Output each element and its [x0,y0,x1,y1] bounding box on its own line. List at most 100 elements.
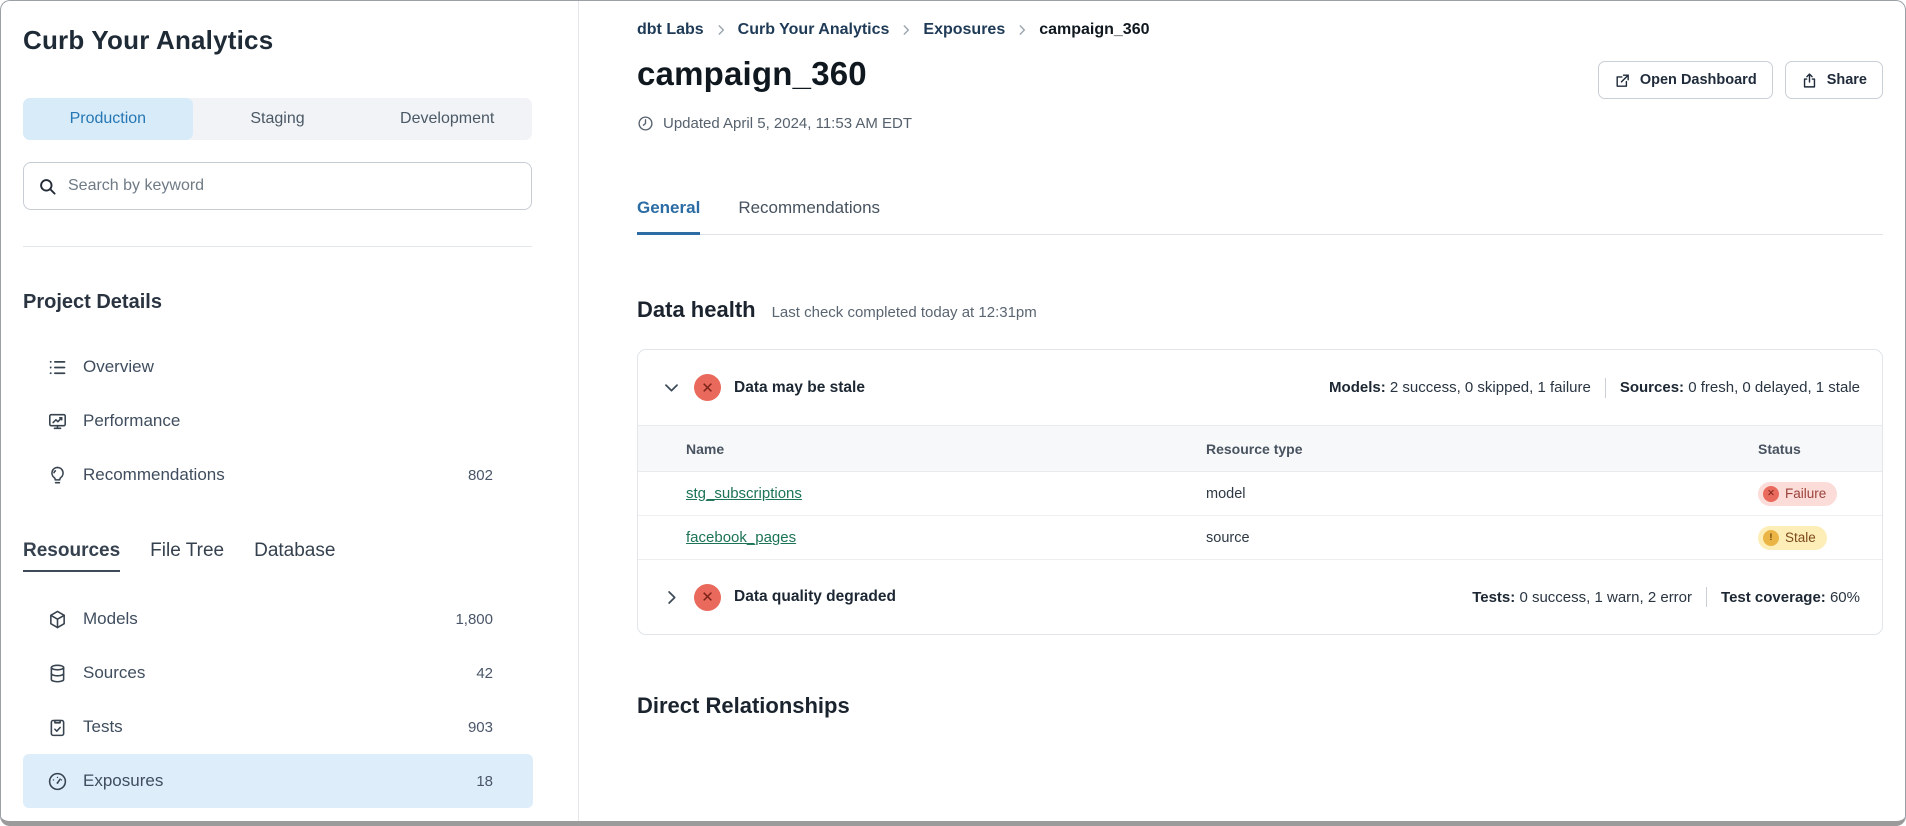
main-content: dbt Labs Curb Your Analytics Exposures c… [579,1,1905,821]
gauge-icon [47,771,68,792]
env-tab-development[interactable]: Development [362,98,532,140]
sidebar-item-recommendations[interactable]: Recommendations 802 [23,448,533,502]
error-x-circle-icon: ✕ [694,584,721,611]
stale-group-row[interactable]: ✕ Data may be stale Models: 2 success, 0… [638,350,1882,425]
status-badge: ✕ Failure [1758,482,1837,506]
stat-divider [1706,587,1707,607]
resource-link-stg-subscriptions[interactable]: stg_subscriptions [686,485,802,502]
data-health-header: Data health Last check completed today a… [637,297,1883,323]
tab-general[interactable]: General [637,198,700,235]
sidebar-item-models[interactable]: Models 1,800 [23,592,533,646]
chevron-right-icon [714,23,728,37]
list-icon [47,357,68,378]
database-icon [47,663,68,684]
search-input[interactable] [68,177,517,195]
tab-recommendations[interactable]: Recommendations [738,198,880,235]
external-link-icon [1614,72,1631,89]
exposures-count: 18 [476,773,493,790]
resources-nav: Models 1,800 Sources 42 [23,592,532,808]
sources-count: 42 [476,665,493,682]
stale-group-title: Data may be stale [734,379,1316,397]
action-buttons: Open Dashboard Share [1598,61,1883,99]
sidebar-item-sources[interactable]: Sources 42 [23,646,533,700]
resource-type: model [1206,486,1758,502]
share-label: Share [1827,72,1867,88]
share-button[interactable]: Share [1785,61,1883,99]
stale-group-stats: Models: 2 success, 0 skipped, 1 failure … [1329,378,1860,398]
sidebar-item-label: Models [83,609,440,629]
open-dashboard-label: Open Dashboard [1640,72,1757,88]
sidebar-item-overview[interactable]: Overview [23,340,533,394]
breadcrumb-current: campaign_360 [1039,21,1149,39]
sidebar-item-exposures[interactable]: Exposures 18 [23,754,533,808]
data-health-card: ✕ Data may be stale Models: 2 success, 0… [637,349,1883,635]
quality-group-stats: Tests: 0 success, 1 warn, 2 error Test c… [1472,587,1860,607]
sidebar-item-label: Overview [83,357,493,377]
warning-circle-icon: ! [1763,530,1779,546]
recommendations-count: 802 [468,467,493,484]
resource-view-tabs: Resources File Tree Database [23,540,532,572]
test-coverage-stat: Test coverage: 60% [1721,589,1860,606]
sidebar-divider [23,246,532,247]
chevron-down-icon[interactable] [662,378,681,397]
env-tab-staging[interactable]: Staging [193,98,363,140]
tests-count: 903 [468,719,493,736]
performance-icon [47,411,68,432]
error-x-circle-icon: ✕ [694,374,721,401]
column-status: Status [1758,441,1882,457]
chevron-right-icon [899,23,913,37]
tab-database[interactable]: Database [254,540,335,572]
search-icon [38,177,57,196]
breadcrumb-dbt-labs[interactable]: dbt Labs [637,21,704,39]
table-row: stg_subscriptions model ✕ Failure [638,472,1882,516]
models-stat: Models: 2 success, 0 skipped, 1 failure [1329,379,1591,396]
environment-switcher: Production Staging Development [23,98,532,140]
sidebar-item-label: Performance [83,411,493,431]
data-health-title: Data health [637,297,756,323]
page-title: campaign_360 [637,55,1598,93]
sidebar-item-tests[interactable]: Tests 903 [23,700,533,754]
cube-icon [47,609,68,630]
title-row: campaign_360 Open Dashboard [637,55,1883,99]
tests-stat: Tests: 0 success, 1 warn, 2 error [1472,589,1692,606]
models-count: 1,800 [455,611,493,628]
share-icon [1801,72,1818,89]
error-x-circle-icon: ✕ [1763,486,1779,502]
breadcrumb-project[interactable]: Curb Your Analytics [738,21,890,39]
project-details-nav: Overview Performance [23,340,532,502]
resource-link-facebook-pages[interactable]: facebook_pages [686,529,796,546]
lightbulb-icon [47,465,68,486]
chevron-right-icon [1015,23,1029,37]
clock-icon [637,115,654,132]
project-title: Curb Your Analytics [23,25,532,56]
detail-tabs: General Recommendations [637,198,1883,235]
table-row: facebook_pages source ! Stale [638,516,1882,560]
status-badge: ! Stale [1758,526,1827,550]
env-tab-production[interactable]: Production [23,98,193,140]
updated-text: Updated April 5, 2024, 11:53 AM EDT [663,115,912,132]
sources-stat: Sources: 0 fresh, 0 delayed, 1 stale [1620,379,1860,396]
updated-timestamp: Updated April 5, 2024, 11:53 AM EDT [637,115,1883,132]
open-dashboard-button[interactable]: Open Dashboard [1598,61,1773,99]
quality-group-title: Data quality degraded [734,588,1459,606]
sidebar-item-performance[interactable]: Performance [23,394,533,448]
breadcrumb-exposures[interactable]: Exposures [923,21,1005,39]
quality-group-row[interactable]: ✕ Data quality degraded Tests: 0 success… [638,560,1882,634]
app-window: Curb Your Analytics Production Staging D… [0,0,1906,826]
sidebar-item-label: Sources [83,663,461,683]
resource-type: source [1206,530,1758,546]
chevron-right-icon[interactable] [662,588,681,607]
project-sidebar: Curb Your Analytics Production Staging D… [1,1,579,821]
tab-resources[interactable]: Resources [23,540,120,572]
health-table-header: Name Resource type Status [638,425,1882,472]
stat-divider [1605,378,1606,398]
last-check-text: Last check completed today at 12:31pm [772,304,1037,321]
sidebar-search[interactable] [23,162,532,210]
tab-file-tree[interactable]: File Tree [150,540,224,572]
column-name: Name [686,441,1206,457]
breadcrumb: dbt Labs Curb Your Analytics Exposures c… [637,21,1883,39]
column-resource-type: Resource type [1206,441,1758,457]
sidebar-item-label: Tests [83,717,453,737]
sidebar-item-label: Recommendations [83,465,453,485]
direct-relationships-title: Direct Relationships [637,693,1883,719]
